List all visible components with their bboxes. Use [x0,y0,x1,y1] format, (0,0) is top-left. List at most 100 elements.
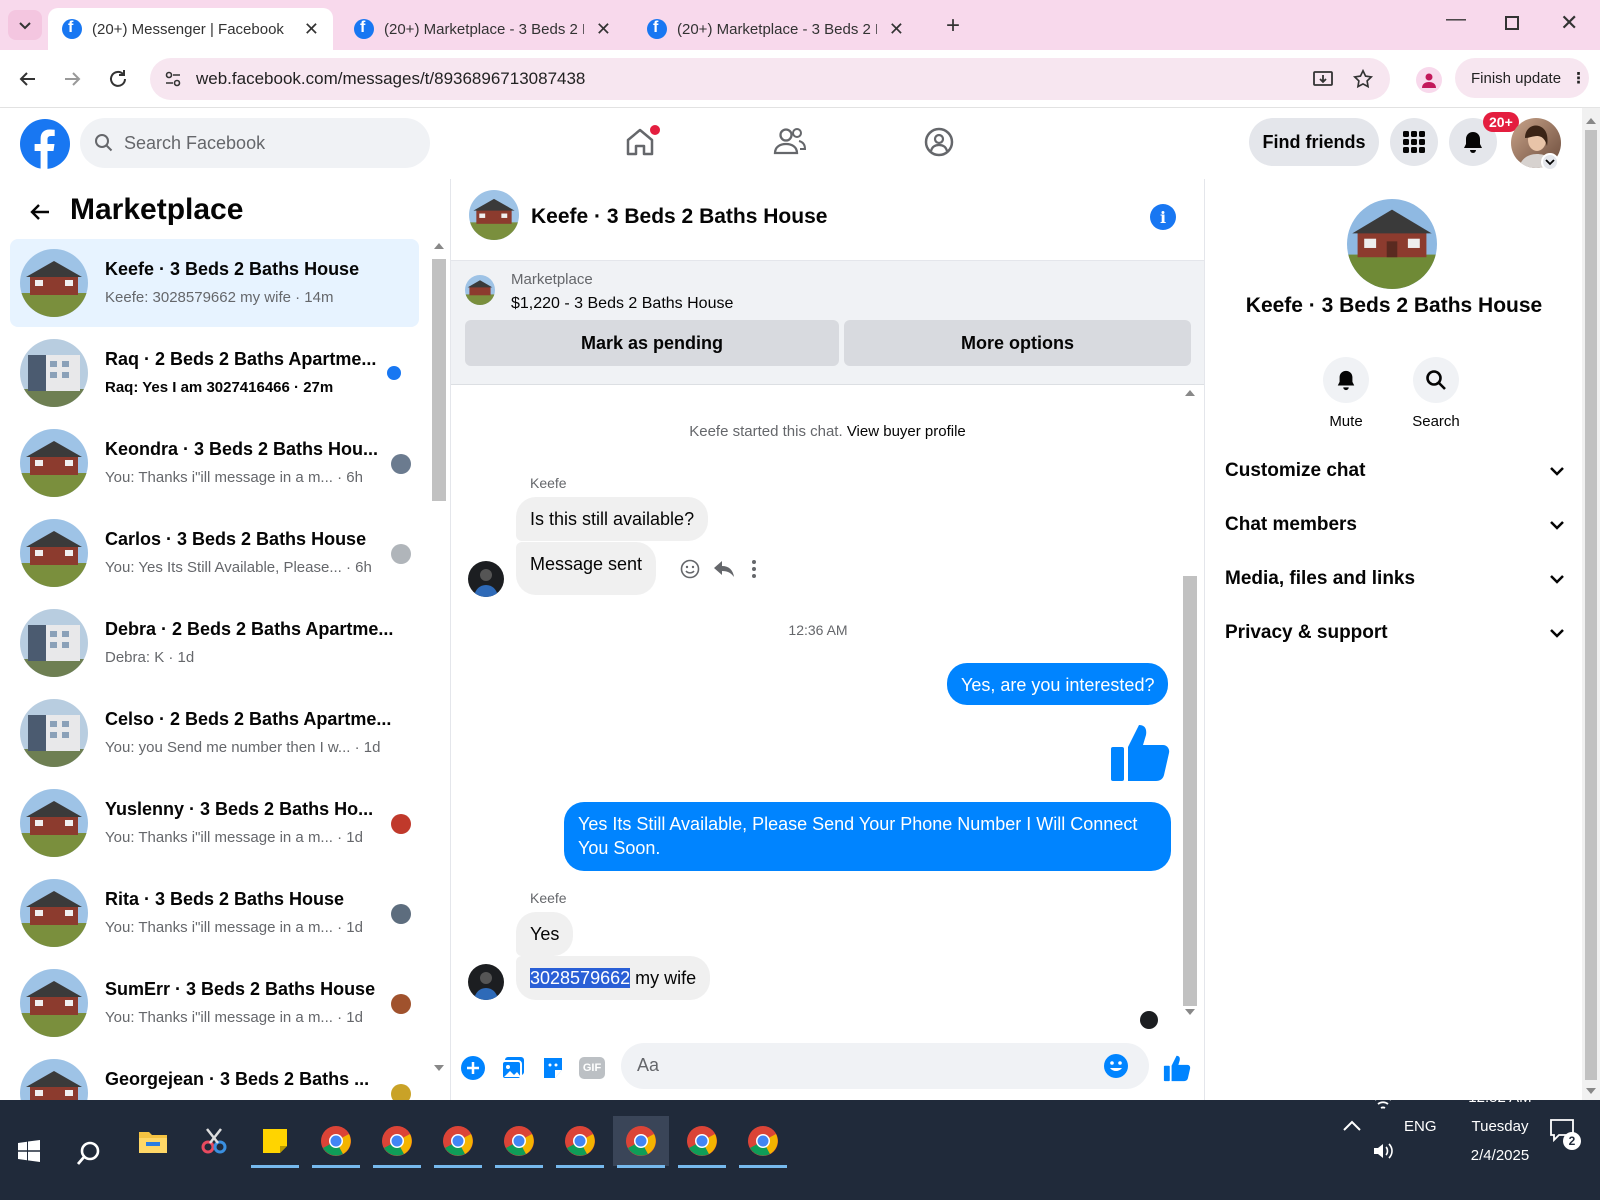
clock-time[interactable]: 12:52 AM [1455,1089,1545,1106]
add-actions-icon[interactable] [460,1055,486,1081]
customize-chat-section[interactable]: Customize chat [1225,456,1565,486]
conversation-item[interactable]: Celso · 2 Beds 2 Baths Apartme... You: yo… [10,689,419,777]
attach-photo-icon[interactable] [500,1055,526,1081]
facebook-search-input[interactable]: Search Facebook [80,118,430,168]
finish-update-button[interactable]: Finish update ⋮ [1455,58,1589,98]
site-settings-icon[interactable] [164,70,182,88]
scroll-up-arrow-icon[interactable] [434,241,444,249]
send-like-icon[interactable] [1163,1054,1191,1082]
conversation-item[interactable]: Carlos · 3 Beds 2 Baths House You: Yes It… [10,509,419,597]
chrome-taskbar-icon[interactable] [369,1116,425,1168]
conversation-item[interactable]: Rita · 3 Beds 2 Baths House You: Thanks i… [10,869,419,957]
chrome-taskbar-icon[interactable] [430,1116,486,1168]
message-bubble-incoming[interactable]: Yes [516,912,574,957]
clock-date[interactable]: 2/4/2025 [1455,1147,1545,1164]
file-explorer-icon[interactable] [125,1116,181,1166]
profile-icon[interactable] [1416,67,1442,93]
sticky-notes-icon[interactable] [247,1116,303,1168]
message-bubble-outgoing[interactable]: Yes, are you interested? [947,663,1169,705]
chrome-taskbar-icon[interactable] [735,1116,791,1168]
media-files-links-section[interactable]: Media, files and links [1225,564,1565,594]
windows-start-icon[interactable] [18,1140,40,1162]
clock-day[interactable]: Tuesday [1455,1118,1545,1135]
listing-title[interactable]: $1,220 - 3 Beds 2 Baths House [511,295,733,313]
scroll-up-arrow-icon[interactable] [1185,388,1195,396]
scrollbar-thumb[interactable] [432,259,446,501]
browser-tab-marketplace-2[interactable]: (20+) Marketplace - 3 Beds 2 Ba ✕ [633,8,918,50]
bookmark-star-icon[interactable] [1352,68,1374,90]
more-options-button[interactable]: More options [844,320,1191,366]
install-app-icon[interactable] [1312,68,1334,90]
chrome-taskbar-icon[interactable] [308,1116,364,1168]
info-icon[interactable]: i [1150,204,1176,230]
reply-icon[interactable] [713,559,735,579]
message-bubble-incoming[interactable]: Is this still available? [516,497,709,542]
react-emoji-icon[interactable] [680,559,700,579]
message-bubble-outgoing[interactable]: Yes Its Still Available, Please Send You… [564,802,1171,871]
chat-scrollbar[interactable] [1181,384,1199,1006]
conversation-item[interactable]: Georgejean · 3 Beds 2 Baths ... [10,1049,419,1100]
language-indicator[interactable]: ENG [1404,1118,1437,1135]
scrollbar-thumb[interactable] [1585,130,1597,1080]
conversation-scrollbar[interactable] [430,237,448,1100]
scroll-down-arrow-icon[interactable] [1586,1088,1596,1096]
volume-icon[interactable] [1372,1142,1394,1160]
browser-tab-marketplace-1[interactable]: (20+) Marketplace - 3 Beds 2 Ba ✕ [340,8,625,50]
close-window-button[interactable]: ✕ [1560,10,1578,36]
privacy-support-section[interactable]: Privacy & support [1225,618,1565,648]
search-icon[interactable] [76,1140,102,1166]
new-tab-button[interactable]: + [946,12,960,40]
chat-members-section[interactable]: Chat members [1225,510,1565,540]
scroll-down-arrow-icon[interactable] [1185,1009,1195,1017]
facebook-logo-icon[interactable] [20,119,70,169]
gif-icon[interactable]: GIF [579,1057,605,1079]
show-hidden-icons-chevron[interactable] [1342,1120,1362,1132]
message-bubble-incoming[interactable]: Message sent [516,542,657,595]
scroll-down-arrow-icon[interactable] [434,1065,444,1073]
forward-arrow-icon[interactable] [62,69,82,89]
chrome-taskbar-icon[interactable] [613,1116,669,1168]
sender-avatar[interactable] [468,964,504,1000]
chat-avatar[interactable] [469,190,519,240]
message-bubble-incoming[interactable]: 3028579662 my wife [516,956,711,1001]
selected-phone-number[interactable]: 3028579662 [530,968,631,988]
groups-icon[interactable] [923,126,955,158]
browser-tab-messenger[interactable]: (20+) Messenger | Facebook ✕ [48,8,333,50]
conversation-item[interactable]: Yuslenny · 3 Beds 2 Baths Ho... You: Than… [10,779,419,867]
close-tab-icon[interactable]: ✕ [304,19,319,40]
mute-button[interactable] [1323,357,1369,403]
minimize-button[interactable]: — [1446,8,1466,31]
back-arrow-icon[interactable] [29,201,51,223]
reload-icon[interactable] [107,68,129,90]
chrome-taskbar-icon[interactable] [491,1116,547,1168]
close-tab-icon[interactable]: ✕ [889,19,904,40]
close-tab-icon[interactable]: ✕ [596,19,611,40]
scrollbar-thumb[interactable] [1183,576,1197,1006]
snipping-tool-icon[interactable] [186,1116,242,1166]
restore-button[interactable] [1505,16,1519,30]
conversation-item[interactable]: Keondra · 3 Beds 2 Baths Hou... You: Than… [10,419,419,507]
sticker-icon[interactable] [540,1055,566,1081]
conversation-item[interactable]: Debra · 2 Beds 2 Baths Apartme... Debra: … [10,599,419,687]
view-buyer-profile-link[interactable]: View buyer profile [847,423,966,440]
back-arrow-icon[interactable] [18,69,38,89]
more-actions-icon[interactable] [751,559,757,579]
account-chevron-icon[interactable] [1541,153,1559,171]
thumbs-up-icon[interactable] [1109,721,1171,783]
page-scrollbar[interactable] [1582,108,1600,1100]
find-friends-button[interactable]: Find friends [1249,118,1379,166]
wifi-icon[interactable] [1372,1092,1394,1114]
address-bar[interactable]: web.facebook.com/messages/t/893689671308… [150,58,1390,100]
chrome-taskbar-icon[interactable] [552,1116,608,1168]
search-in-conversation-button[interactable] [1413,357,1459,403]
menu-grid-button[interactable] [1390,118,1438,166]
friends-icon[interactable] [773,126,807,158]
tab-search-button[interactable] [8,10,42,40]
mark-as-pending-button[interactable]: Mark as pending [465,320,839,366]
chat-title[interactable]: Keefe · 3 Beds 2 Baths House [531,205,827,229]
message-composer-input[interactable]: Aa [621,1043,1149,1089]
conversation-item[interactable]: Raq · 2 Beds 2 Baths Apartme... Raq: Yes … [10,329,419,417]
listing-thumbnail[interactable] [465,275,495,305]
more-menu-icon[interactable]: ⋮ [1571,69,1586,87]
emoji-icon[interactable] [1103,1053,1129,1079]
